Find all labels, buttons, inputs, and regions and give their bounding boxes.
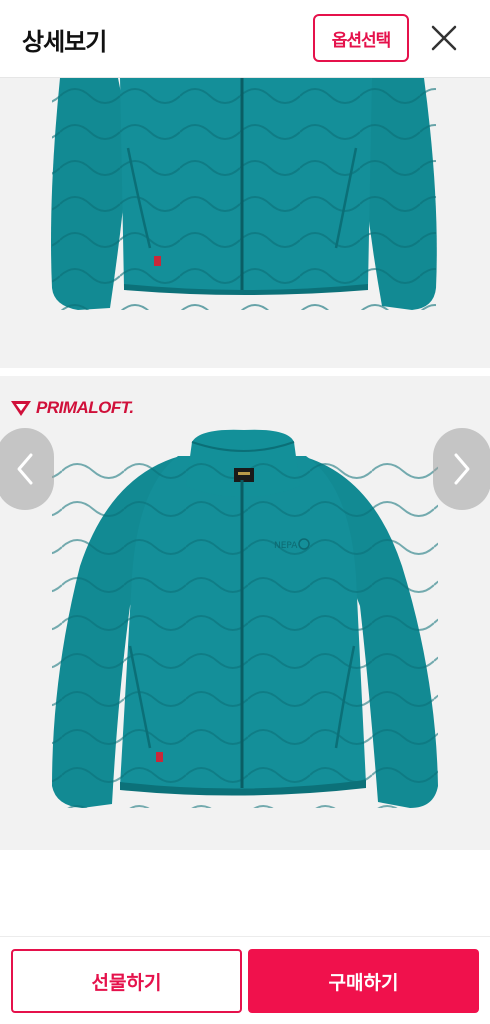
gift-button[interactable]: 선물하기	[11, 949, 242, 1013]
content-spacer	[0, 850, 490, 936]
image-divider	[0, 368, 490, 376]
product-image-1	[0, 78, 490, 368]
chevron-right-icon	[454, 453, 470, 485]
bottom-action-bar: 선물하기 구매하기	[0, 936, 490, 1024]
jacket-image-lower	[51, 78, 437, 310]
option-select-button[interactable]: 옵션선택	[313, 14, 409, 62]
jacket-image-full: NEPA	[52, 429, 438, 808]
chevron-left-icon	[17, 453, 33, 485]
next-image-button[interactable]	[433, 428, 490, 510]
product-image-2: PRIMALOFT. NEPA	[0, 376, 490, 850]
prev-image-button[interactable]	[0, 428, 54, 510]
close-icon[interactable]	[424, 18, 464, 58]
page-title: 상세보기	[22, 28, 107, 56]
svg-text:NEPA: NEPA	[274, 541, 298, 551]
buy-button[interactable]: 구매하기	[248, 949, 479, 1013]
header: 상세보기 옵션선택	[0, 0, 490, 78]
